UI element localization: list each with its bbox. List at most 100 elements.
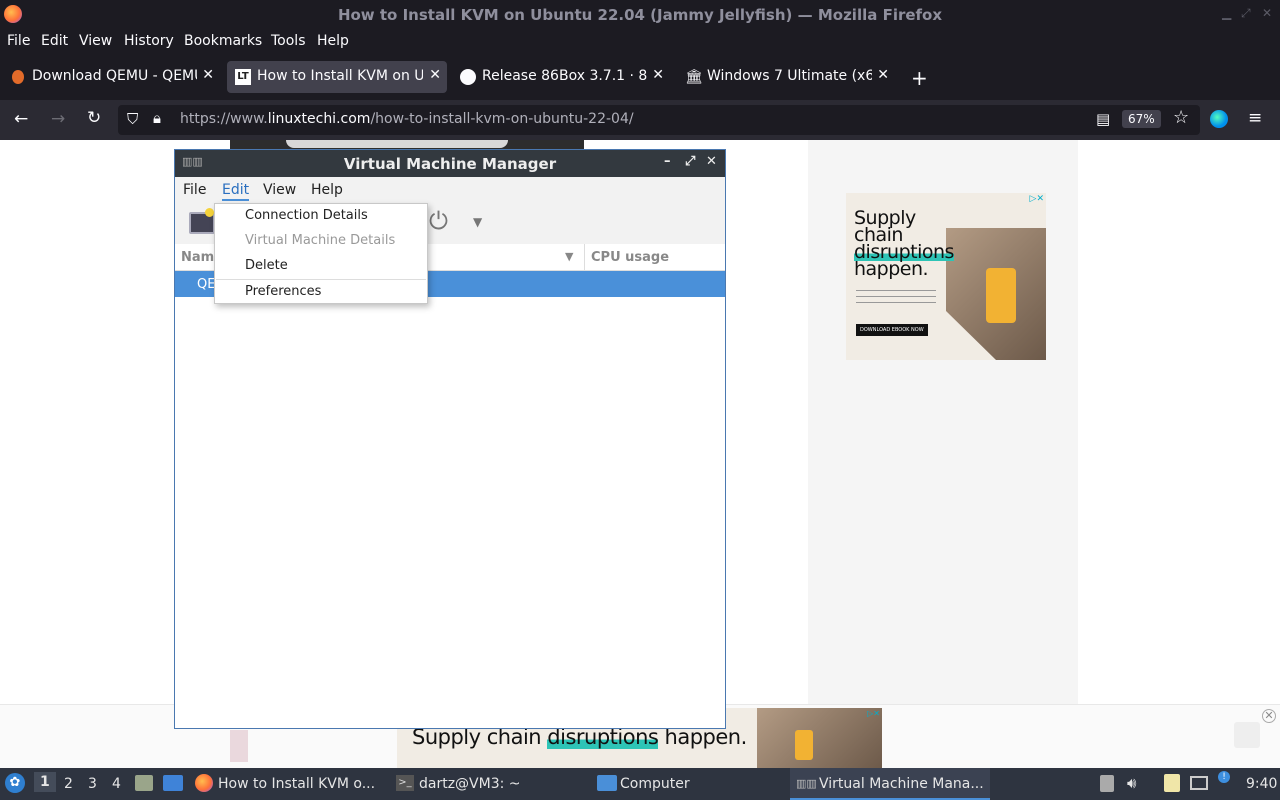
desktop-launcher-icon[interactable] (163, 775, 183, 791)
taskbar-item-vmm[interactable]: Virtual Machine Mana... (819, 776, 984, 792)
close-tab-icon[interactable]: ✕ (877, 67, 889, 83)
network-icon[interactable] (1190, 776, 1208, 790)
bottom-ad-photo (757, 708, 882, 768)
window-title: How to Install KVM on Ubuntu 22.04 (Jamm… (337, 6, 943, 24)
window-titlebar: How to Install KVM on Ubuntu 22.04 (Jamm… (0, 0, 1280, 28)
firefox-icon (195, 774, 213, 792)
workspace-4[interactable]: 4 (112, 776, 121, 792)
tab-label: Download QEMU - QEMU (32, 68, 197, 84)
vmm-menu-view[interactable]: View (263, 182, 296, 198)
tab-archive[interactable]: 🏛 Windows 7 Ultimate (x64) ✕ (677, 61, 895, 93)
scroll-top-button[interactable] (1234, 722, 1260, 748)
ad-cta-button[interactable]: DOWNLOAD EBOOK NOW (856, 324, 928, 336)
menu-edit[interactable]: Edit (41, 33, 68, 49)
menu-separator (216, 279, 426, 280)
taskbar: ✿ 1 2 3 4 How to Install KVM o... >_ dar… (0, 768, 1280, 800)
bookmark-star-icon[interactable]: ☆ (1173, 107, 1189, 128)
new-tab-icon[interactable]: + (911, 66, 928, 90)
menu-tools[interactable]: Tools (271, 33, 306, 49)
menu-virtual-machine-details[interactable]: Virtual Machine Details (245, 233, 395, 248)
taskbar-item-terminal[interactable]: dartz@VM3: ~ (419, 776, 521, 792)
navigation-toolbar: ← → ↻ ⛉ 🔒︎ https://www.linuxtechi.com/ho… (0, 100, 1280, 140)
workspace-1[interactable]: 1 (34, 772, 56, 792)
shutdown-dropdown-icon[interactable]: ▼ (473, 215, 482, 229)
hamburger-menu-icon[interactable]: ≡ (1248, 108, 1262, 128)
clipboard-tray-icon[interactable] (1100, 775, 1114, 792)
tab-label: Release 86Box 3.7.1 · 86Box (482, 68, 647, 84)
tab-label: How to Install KVM on Ubuntu (257, 68, 423, 84)
new-vm-icon[interactable] (189, 208, 215, 234)
url-bar[interactable]: ⛉ 🔒︎ https://www.linuxtechi.com/how-to-i… (118, 105, 1200, 135)
archive-icon: 🏛 (685, 69, 703, 85)
menu-bookmarks[interactable]: Bookmarks (184, 33, 262, 49)
bottom-ad-vest (795, 730, 813, 760)
vmm-maximize-icon[interactable]: ⤢ (685, 154, 695, 169)
adchoices-icon[interactable]: ▷✕ (1030, 194, 1044, 204)
banner-thumb (230, 730, 248, 762)
workspace-3[interactable]: 3 (88, 776, 97, 792)
side-ad[interactable]: Supply chain disruptions happen. DOWNLOA… (846, 193, 1046, 360)
close-tab-icon[interactable]: ✕ (652, 67, 664, 83)
edit-dropdown-menu: Connection Details Virtual Machine Detai… (214, 203, 428, 304)
tab-strip: Download QEMU - QEMU ✕ LT How to Install… (0, 54, 1280, 100)
volume-icon[interactable]: 🔊︎ (1127, 774, 1136, 792)
close-tab-icon[interactable]: ✕ (202, 67, 214, 83)
terminal-icon: >_ (396, 775, 414, 791)
vmm-titlebar[interactable]: ▥▥ Virtual Machine Manager – ⤢ ✕ (175, 150, 725, 177)
menu-connection-details[interactable]: Connection Details (245, 208, 368, 223)
back-icon[interactable]: ← (14, 109, 28, 129)
column-cpu-usage[interactable]: CPU usage (591, 250, 669, 265)
vmm-minimize-icon[interactable]: – (664, 154, 671, 169)
menu-help[interactable]: Help (317, 33, 349, 49)
url-text[interactable]: https://www.linuxtechi.com/how-to-instal… (180, 111, 634, 127)
qemu-icon (12, 70, 24, 84)
vmm-menu-file[interactable]: File (183, 182, 206, 198)
start-menu-icon[interactable]: ✿ (5, 773, 25, 793)
zoom-level[interactable]: 67% (1122, 110, 1161, 128)
close-tab-icon[interactable]: ✕ (429, 67, 441, 83)
clock[interactable]: 9:40 (1246, 776, 1277, 792)
column-sort-icon[interactable]: ▼ (565, 250, 573, 263)
forward-icon[interactable]: → (51, 109, 65, 129)
minimize-icon[interactable]: ▁ (1222, 6, 1231, 20)
account-icon[interactable] (1210, 110, 1228, 128)
file-manager-launcher-icon[interactable] (135, 775, 153, 791)
menu-view[interactable]: View (79, 33, 112, 49)
vmm-title: Virtual Machine Manager (343, 155, 557, 173)
reload-icon[interactable]: ↻ (87, 108, 101, 128)
menu-preferences[interactable]: Preferences (245, 284, 321, 299)
update-notification-icon[interactable]: ! (1218, 771, 1230, 783)
notes-tray-icon[interactable] (1164, 774, 1180, 792)
maximize-icon[interactable]: ⤢ (1241, 6, 1251, 21)
github-icon (460, 69, 476, 85)
vmm-menubar: File Edit View Help (175, 177, 725, 202)
taskbar-item-firefox[interactable]: How to Install KVM o... (218, 776, 375, 792)
column-divider (584, 244, 585, 270)
menu-delete[interactable]: Delete (245, 258, 288, 273)
browser-menubar: File Edit View History Bookmarks Tools H… (0, 28, 1280, 54)
close-icon[interactable]: ✕ (1262, 6, 1272, 20)
vmm-menu-edit[interactable]: Edit (222, 182, 250, 201)
menu-file[interactable]: File (7, 33, 30, 49)
article-image-detail (286, 140, 508, 148)
close-banner-icon[interactable]: ✕ (1262, 709, 1276, 723)
tab-linuxtechi[interactable]: LT How to Install KVM on Ubuntu ✕ (227, 61, 447, 93)
tab-qemu[interactable]: Download QEMU - QEMU ✕ (2, 61, 220, 93)
new-vm-star-icon (205, 208, 214, 217)
shutdown-icon[interactable]: ⏻ (429, 207, 448, 235)
tab-label: Windows 7 Ultimate (x64) (707, 68, 872, 84)
taskbar-item-computer[interactable]: Computer (620, 776, 690, 792)
menu-history[interactable]: History (124, 33, 174, 49)
ad-headline: Supply chain disruptions happen. (854, 207, 954, 280)
shield-icon[interactable]: ⛉ (127, 110, 138, 128)
folder-icon (597, 775, 617, 791)
linuxtechi-icon: LT (235, 69, 251, 85)
vmm-icon: ▥▥ (796, 777, 817, 790)
vmm-close-icon[interactable]: ✕ (706, 154, 717, 169)
reader-view-icon[interactable]: ▤ (1096, 110, 1110, 128)
vmm-menu-help[interactable]: Help (311, 182, 343, 198)
lock-icon[interactable]: 🔒︎ (153, 109, 161, 127)
tab-github[interactable]: Release 86Box 3.7.1 · 86Box ✕ (452, 61, 670, 93)
workspace-2[interactable]: 2 (64, 776, 73, 792)
bottom-adchoices-icon[interactable]: ▷✕ (867, 709, 880, 718)
